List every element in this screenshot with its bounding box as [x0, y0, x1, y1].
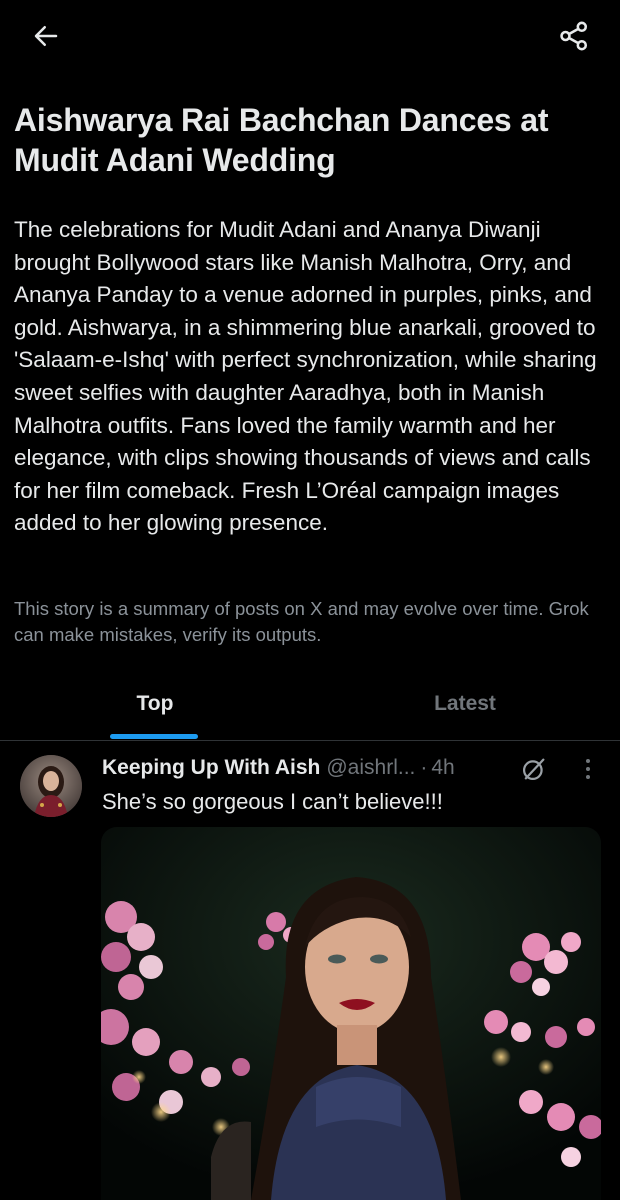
- feed-tabs: Top Latest: [0, 668, 620, 741]
- avatar-image: [20, 755, 82, 817]
- story-title: Aishwarya Rai Bachchan Dances at Mudit A…: [14, 102, 549, 178]
- post[interactable]: Keeping Up With Aish @aishrl... · 4h She…: [0, 741, 620, 1200]
- tab-latest[interactable]: Latest: [310, 668, 620, 740]
- post-time[interactable]: 4h: [431, 756, 454, 780]
- post-header: Keeping Up With Aish @aishrl... · 4h: [102, 753, 455, 783]
- share-button[interactable]: [552, 14, 596, 58]
- more-button[interactable]: [574, 753, 602, 785]
- post-media[interactable]: [101, 827, 601, 1200]
- post-photo: [101, 827, 601, 1200]
- story-disclaimer: This story is a summary of posts on X an…: [14, 598, 589, 645]
- active-tab-indicator: [110, 734, 198, 739]
- post-handle[interactable]: @aishrl...: [326, 756, 415, 780]
- top-bar: [0, 0, 620, 72]
- avatar[interactable]: [20, 755, 82, 817]
- arrow-left-icon: [34, 26, 58, 46]
- post-text: She’s so gorgeous I can’t believe!!!: [102, 789, 443, 814]
- post-separator: ·: [420, 756, 428, 779]
- more-vertical-icon: [586, 759, 590, 779]
- story-summary: The celebrations for Mudit Adani and Ana…: [14, 217, 597, 536]
- tab-top[interactable]: Top: [0, 668, 310, 740]
- post-author[interactable]: Keeping Up With Aish: [102, 756, 320, 780]
- share-icon: [560, 21, 588, 51]
- back-button[interactable]: [24, 14, 68, 58]
- grok-icon[interactable]: [520, 755, 548, 783]
